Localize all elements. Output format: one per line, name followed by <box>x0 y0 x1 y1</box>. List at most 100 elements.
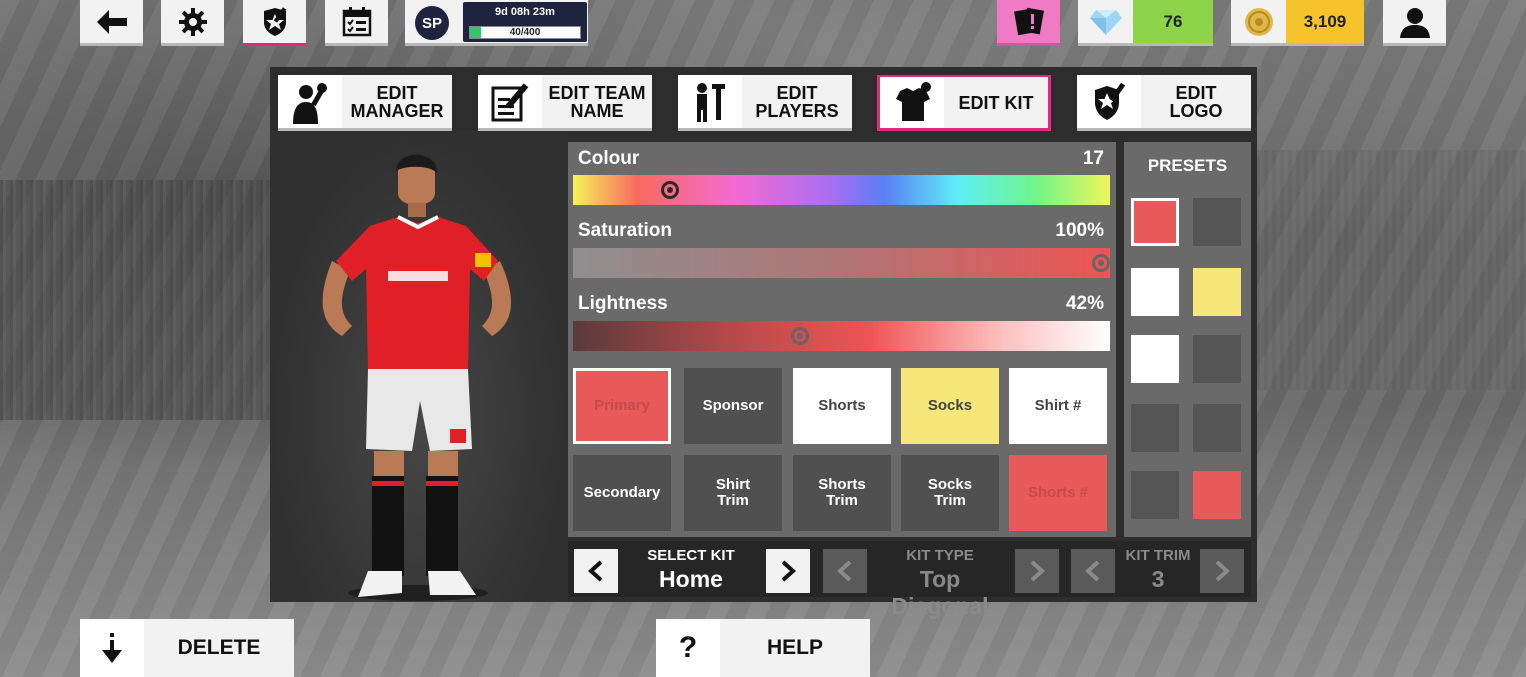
preset-swatch[interactable] <box>1193 198 1241 246</box>
kit-part-primary[interactable]: Primary <box>573 368 671 444</box>
kit-selector-bar: SELECT KIT Home KIT TYPE Top Diagonal KI… <box>568 541 1251 619</box>
saturation-slider-handle[interactable] <box>1092 254 1110 272</box>
chevron-right-icon <box>1030 560 1045 582</box>
kit-trim-prev-button[interactable] <box>1071 549 1115 593</box>
colour-value: 17 <box>1082 148 1104 169</box>
preset-swatch[interactable] <box>1131 471 1179 519</box>
tab-edit-team-name[interactable]: EDIT TEAM NAME <box>478 75 652 131</box>
preset-swatch[interactable] <box>1193 335 1241 383</box>
cards-button[interactable] <box>997 0 1060 46</box>
select-kit-prev-button[interactable] <box>574 549 618 593</box>
edit-document-icon <box>478 75 542 128</box>
kit-trim-caption: KIT TRIM <box>1125 547 1191 564</box>
gear-icon <box>178 7 207 36</box>
season-pass-badge: SP <box>415 6 449 40</box>
gems-counter[interactable]: 76 <box>1078 0 1213 46</box>
calendar-icon <box>342 6 371 36</box>
club-edit-button[interactable] <box>243 0 306 46</box>
preset-swatch[interactable] <box>1131 198 1179 246</box>
kit-part-socks[interactable]: Socks <box>901 368 999 444</box>
tab-edit-players-label: EDIT PLAYERS <box>755 82 839 121</box>
gems-value: 76 <box>1133 0 1213 43</box>
tab-edit-logo-label: EDIT LOGO <box>1169 82 1223 121</box>
kit-type-prev-button[interactable] <box>823 549 867 593</box>
colour-label: Colour <box>578 148 640 169</box>
delete-label: DELETE <box>177 636 261 659</box>
delete-arrow-icon <box>80 619 144 677</box>
kit-type-caption: KIT TYPE <box>906 547 974 564</box>
cards-alert-icon <box>1013 7 1044 35</box>
presets-title: PRESETS <box>1147 156 1228 175</box>
colour-slider-handle[interactable] <box>661 181 680 199</box>
kit-trim-next-button[interactable] <box>1200 549 1244 593</box>
season-pass-panel[interactable]: SP 9d 08h 23m 40/400 <box>405 0 588 46</box>
preset-swatch[interactable] <box>1131 404 1179 452</box>
calendar-button[interactable] <box>325 0 388 46</box>
diamond-icon <box>1078 0 1133 43</box>
kit-type-value: Top Diagonal <box>891 566 989 619</box>
chevron-left-icon <box>588 560 603 582</box>
season-pass-box: 9d 08h 23m 40/400 <box>463 2 587 42</box>
kit-trim-value: 3 <box>1151 566 1165 592</box>
select-kit-value: Home <box>659 566 723 592</box>
tab-edit-kit-label: EDIT KIT <box>958 92 1034 113</box>
back-arrow-icon <box>96 9 127 34</box>
tab-edit-team-name-label: EDIT TEAM NAME <box>548 82 646 121</box>
tab-edit-players[interactable]: EDIT PLAYERS <box>678 75 852 131</box>
season-progress-text: 40/400 <box>509 27 541 38</box>
chevron-right-icon <box>781 560 796 582</box>
lightness-slider-handle[interactable] <box>790 327 809 345</box>
tab-edit-logo[interactable]: EDIT LOGO <box>1077 75 1251 131</box>
coins-counter[interactable]: 3,109 <box>1231 0 1364 46</box>
manager-wrench-icon <box>278 75 342 128</box>
preset-swatch[interactable] <box>1131 268 1179 316</box>
kit-part-shorts-trim[interactable]: Shorts Trim <box>793 455 891 531</box>
coin-icon <box>1231 0 1286 43</box>
saturation-slider[interactable] <box>573 248 1110 278</box>
kit-color-controls: Colour 17 Saturation 100% Lightness 42% … <box>568 142 1116 537</box>
season-time-remaining: 9d 08h 23m <box>495 6 555 18</box>
select-kit-caption: SELECT KIT <box>647 547 735 564</box>
kit-part-socks-trim[interactable]: Socks Trim <box>901 455 999 531</box>
stadium-crowd-left <box>0 180 270 420</box>
kit-part-shirt-trim[interactable]: Shirt Trim <box>684 455 782 531</box>
profile-button[interactable] <box>1383 0 1446 46</box>
logo-wrench-icon <box>1077 75 1141 128</box>
stadium-crowd-right <box>1256 150 1526 390</box>
back-button[interactable] <box>80 0 143 46</box>
lightness-slider[interactable] <box>573 321 1110 351</box>
players-wrench-icon <box>678 75 742 128</box>
help-label: HELP <box>766 636 823 659</box>
season-progress-bar: 40/400 <box>469 26 581 39</box>
kit-part-shorts[interactable]: Shorts # <box>1009 455 1107 531</box>
lightness-label: Lightness <box>578 293 668 314</box>
kit-wrench-icon <box>880 77 944 128</box>
kit-part-secondary[interactable]: Secondary <box>573 455 671 531</box>
help-button[interactable]: ? HELP <box>656 619 870 677</box>
kit-part-shirt[interactable]: Shirt # <box>1009 368 1107 444</box>
delete-button[interactable]: DELETE <box>80 619 294 677</box>
saturation-value: 100% <box>1055 220 1104 241</box>
preset-swatch[interactable] <box>1131 335 1179 383</box>
shield-wrench-icon <box>263 6 286 36</box>
tab-edit-kit[interactable]: EDIT KIT <box>877 75 1051 131</box>
preset-swatch[interactable] <box>1193 404 1241 452</box>
kit-type-group: KIT TYPE Top Diagonal <box>871 547 1009 620</box>
kit-type-next-button[interactable] <box>1015 549 1059 593</box>
saturation-label: Saturation <box>578 220 672 241</box>
tab-edit-manager-label: EDIT MANAGER <box>350 82 444 121</box>
chevron-left-icon <box>837 560 852 582</box>
settings-button[interactable] <box>161 0 224 46</box>
kit-part-shorts[interactable]: Shorts <box>793 368 891 444</box>
tab-edit-manager[interactable]: EDIT MANAGER <box>278 75 452 131</box>
preset-swatch[interactable] <box>1193 471 1241 519</box>
lightness-value: 42% <box>1065 293 1104 314</box>
kit-trim-group: KIT TRIM 3 <box>1118 547 1198 593</box>
coins-value: 3,109 <box>1286 0 1364 43</box>
player-preview[interactable] <box>270 131 568 602</box>
kit-part-sponsor[interactable]: Sponsor <box>684 368 782 444</box>
colour-slider[interactable] <box>573 175 1110 205</box>
select-kit-next-button[interactable] <box>766 549 810 593</box>
preset-swatch[interactable] <box>1193 268 1241 316</box>
player-model <box>322 154 512 601</box>
